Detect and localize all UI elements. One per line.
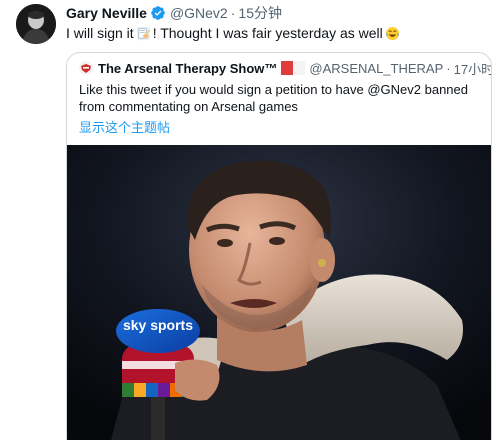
tweet-timestamp[interactable]: 15分钟 — [238, 3, 282, 23]
author-name[interactable]: Gary Neville — [66, 5, 147, 21]
mic-brand-label: sky sports — [123, 317, 193, 333]
verified-badge-icon — [150, 5, 166, 21]
arsenal-therapy-logo-icon — [79, 61, 93, 75]
tweet-text: I will sign it ! Thought I was fair yest… — [66, 24, 402, 42]
quoted-tweet-card[interactable]: The Arsenal Therapy Show™ @ARSENAL_THERA… — [66, 52, 492, 440]
header-separator: · — [230, 5, 236, 21]
quoted-tweet-image[interactable]: sky sports — [67, 145, 491, 440]
quoted-author-name[interactable]: The Arsenal Therapy Show™ — [98, 61, 277, 76]
laughing-tears-emoji-icon — [385, 26, 400, 41]
author-handle[interactable]: @GNev2 — [170, 5, 228, 21]
author-avatar[interactable] — [16, 4, 56, 44]
tweet[interactable]: Gary Neville @GNev2 · 15分钟 I will sign i… — [0, 0, 500, 440]
flag-emoji-icon — [281, 61, 306, 75]
quoted-header-separator: · — [446, 60, 451, 76]
tweet-header: Gary Neville @GNev2 · 15分钟 — [66, 4, 282, 22]
quoted-author-handle[interactable]: @ARSENAL_THERAP — [309, 61, 443, 76]
quoted-timestamp[interactable]: 17小时 — [454, 59, 491, 78]
tweet-text-part-1: I will sign it — [66, 25, 134, 41]
tweet-text-part-2: ! Thought I was fair yesterday as well — [152, 25, 383, 41]
show-thread-link[interactable]: 显示这个主题帖 — [79, 117, 170, 136]
quoted-tweet-header: The Arsenal Therapy Show™ @ARSENAL_THERA… — [79, 59, 491, 78]
writing-hand-emoji-icon — [136, 26, 151, 41]
quoted-tweet-text: Like this tweet if you would sign a peti… — [79, 82, 468, 114]
